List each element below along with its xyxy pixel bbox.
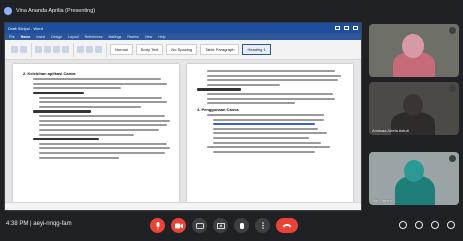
tab-layout: Layout — [68, 34, 79, 39]
presenter-label: Vina Ananda Aprilia (Presenting) — [16, 8, 96, 14]
control-buttons — [150, 218, 298, 233]
style-heading-1: Heading 1 — [242, 44, 271, 55]
activities-icon[interactable] — [447, 221, 455, 229]
more-icon — [261, 222, 264, 229]
close-icon — [353, 26, 358, 30]
right-section-heading: 4. Penggunaan Canva — [197, 106, 239, 112]
meeting-code: aeyi-nnqg-fam — [33, 221, 72, 227]
word-statusbar — [5, 202, 361, 210]
participant-tile[interactable] — [369, 24, 459, 77]
meeting-controls: 4:38 PM | aeyi-nnqg-fam — [0, 211, 463, 241]
paragraph-group — [77, 42, 107, 57]
end-call-button[interactable] — [276, 218, 298, 233]
maximize-icon — [344, 26, 349, 30]
meet-window: Vina Ananda Aprilia (Presenting) Draft S… — [0, 0, 463, 241]
font-group — [35, 42, 74, 57]
raise-hand-button[interactable] — [234, 218, 249, 233]
tab-review: Review — [127, 34, 139, 39]
present-button[interactable] — [213, 218, 228, 233]
clipboard-group — [11, 42, 32, 57]
more-options-button[interactable] — [255, 218, 270, 233]
end-call-icon — [282, 224, 292, 228]
tab-insert: Insert — [36, 34, 46, 39]
underline-icon — [53, 46, 60, 53]
participant-name: Nur Fitriani — [372, 198, 392, 203]
bullets-icon — [77, 46, 84, 53]
presenting-indicator-icon — [4, 7, 12, 15]
mic-button[interactable] — [150, 218, 165, 233]
chat-icon[interactable] — [431, 221, 439, 229]
mic-icon — [156, 221, 159, 229]
participant-tile[interactable]: Annisaa Ariefa Astuti — [369, 82, 459, 135]
style-no-spacing: No Spacing — [166, 44, 198, 55]
meeting-separator: | — [30, 221, 32, 227]
minimize-icon — [335, 26, 340, 30]
paste-icon — [11, 46, 18, 53]
hand-icon — [239, 223, 244, 229]
style-normal: Normal — [110, 44, 133, 55]
mic-icon — [449, 27, 456, 34]
shared-screen[interactable]: Draft Skripsi - Word File Home Insert De… — [4, 22, 362, 211]
present-icon — [216, 222, 225, 229]
participant-name: Annisaa Ariefa Astuti — [372, 128, 409, 133]
font-color-icon — [62, 46, 69, 53]
word-titlebar: Draft Skripsi - Word — [5, 23, 361, 33]
participant-head — [403, 94, 423, 116]
ribbon: Normal Body Text No Spacing Table Paragr… — [5, 40, 361, 60]
bold-icon — [35, 46, 42, 53]
tab-references: References — [84, 34, 103, 39]
participant-head — [402, 34, 424, 58]
tab-view: View — [144, 34, 153, 39]
ribbon-tabs: File Home Insert Design Layout Reference… — [5, 33, 361, 40]
side-panel-buttons — [399, 221, 455, 229]
captions-icon — [195, 222, 204, 229]
document-page-left: 2. Kelebihan aplikasi Canva — [13, 64, 179, 204]
cut-icon — [20, 46, 27, 53]
document-page-right: 4. Penggunaan Canva — [187, 64, 353, 204]
document-area: 2. Kelebihan aplikasi Canva 4. Penggunaa… — [5, 60, 361, 204]
camera-icon — [174, 223, 183, 228]
word-window-title: Draft Skripsi - Word — [8, 25, 43, 31]
tab-file: File — [9, 34, 15, 39]
left-section-heading: 2. Kelebihan aplikasi Canva — [23, 71, 76, 76]
align-icon — [95, 46, 102, 53]
mic-off-icon — [449, 85, 456, 92]
participant-head — [404, 160, 424, 182]
meeting-time: 4:38 PM — [6, 221, 29, 227]
participant-tile[interactable]: Nur Fitriani — [369, 152, 459, 205]
style-body-text: Body Text — [135, 44, 164, 55]
camera-button[interactable] — [171, 218, 186, 233]
tab-mailings: Mailings — [108, 34, 122, 39]
tab-design: Design — [51, 34, 63, 39]
presenter-bar: Vina Ananda Aprilia (Presenting) — [4, 4, 95, 18]
style-table-paragraph: Table Paragraph — [200, 44, 240, 55]
tab-home: Home — [20, 34, 31, 39]
meeting-info: 4:38 PM | aeyi-nnqg-fam — [6, 221, 72, 227]
captions-button[interactable] — [192, 218, 207, 233]
numbering-icon — [86, 46, 93, 53]
tab-help: Help — [158, 34, 166, 39]
window-controls — [335, 26, 358, 30]
info-icon[interactable] — [399, 221, 407, 229]
italic-icon — [44, 46, 51, 53]
people-icon[interactable] — [415, 221, 423, 229]
mic-off-icon — [449, 155, 456, 162]
